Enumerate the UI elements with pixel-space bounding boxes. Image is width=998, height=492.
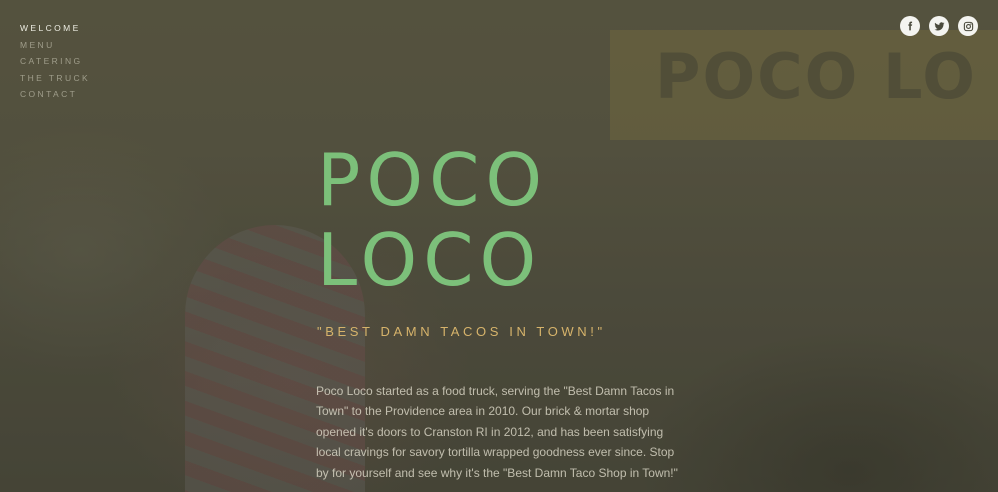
nav-item-menu[interactable]: MENU — [20, 39, 90, 56]
title-line-1: POCO — [317, 138, 549, 222]
instagram-icon — [963, 21, 973, 31]
title-line-2: LOCO — [317, 218, 543, 302]
nav-item-catering[interactable]: CATERING — [20, 55, 90, 72]
facebook-button[interactable] — [900, 16, 920, 36]
social-links — [900, 16, 978, 36]
main-nav: WELCOME MENU CATERING THE TRUCK CONTACT — [20, 22, 90, 105]
nav-item-welcome[interactable]: WELCOME — [20, 22, 90, 39]
about-paragraph: Poco Loco started as a food truck, servi… — [316, 384, 678, 480]
nav-item-the-truck[interactable]: THE TRUCK — [20, 72, 90, 89]
instagram-button[interactable] — [958, 16, 978, 36]
tagline: "BEST DAMN TACOS IN TOWN!" — [317, 324, 606, 339]
twitter-icon — [933, 21, 945, 30]
facebook-icon — [908, 21, 913, 31]
twitter-button[interactable] — [929, 16, 949, 36]
page-title: POCO LOCO — [317, 140, 548, 300]
nav-item-contact[interactable]: CONTACT — [20, 88, 90, 105]
